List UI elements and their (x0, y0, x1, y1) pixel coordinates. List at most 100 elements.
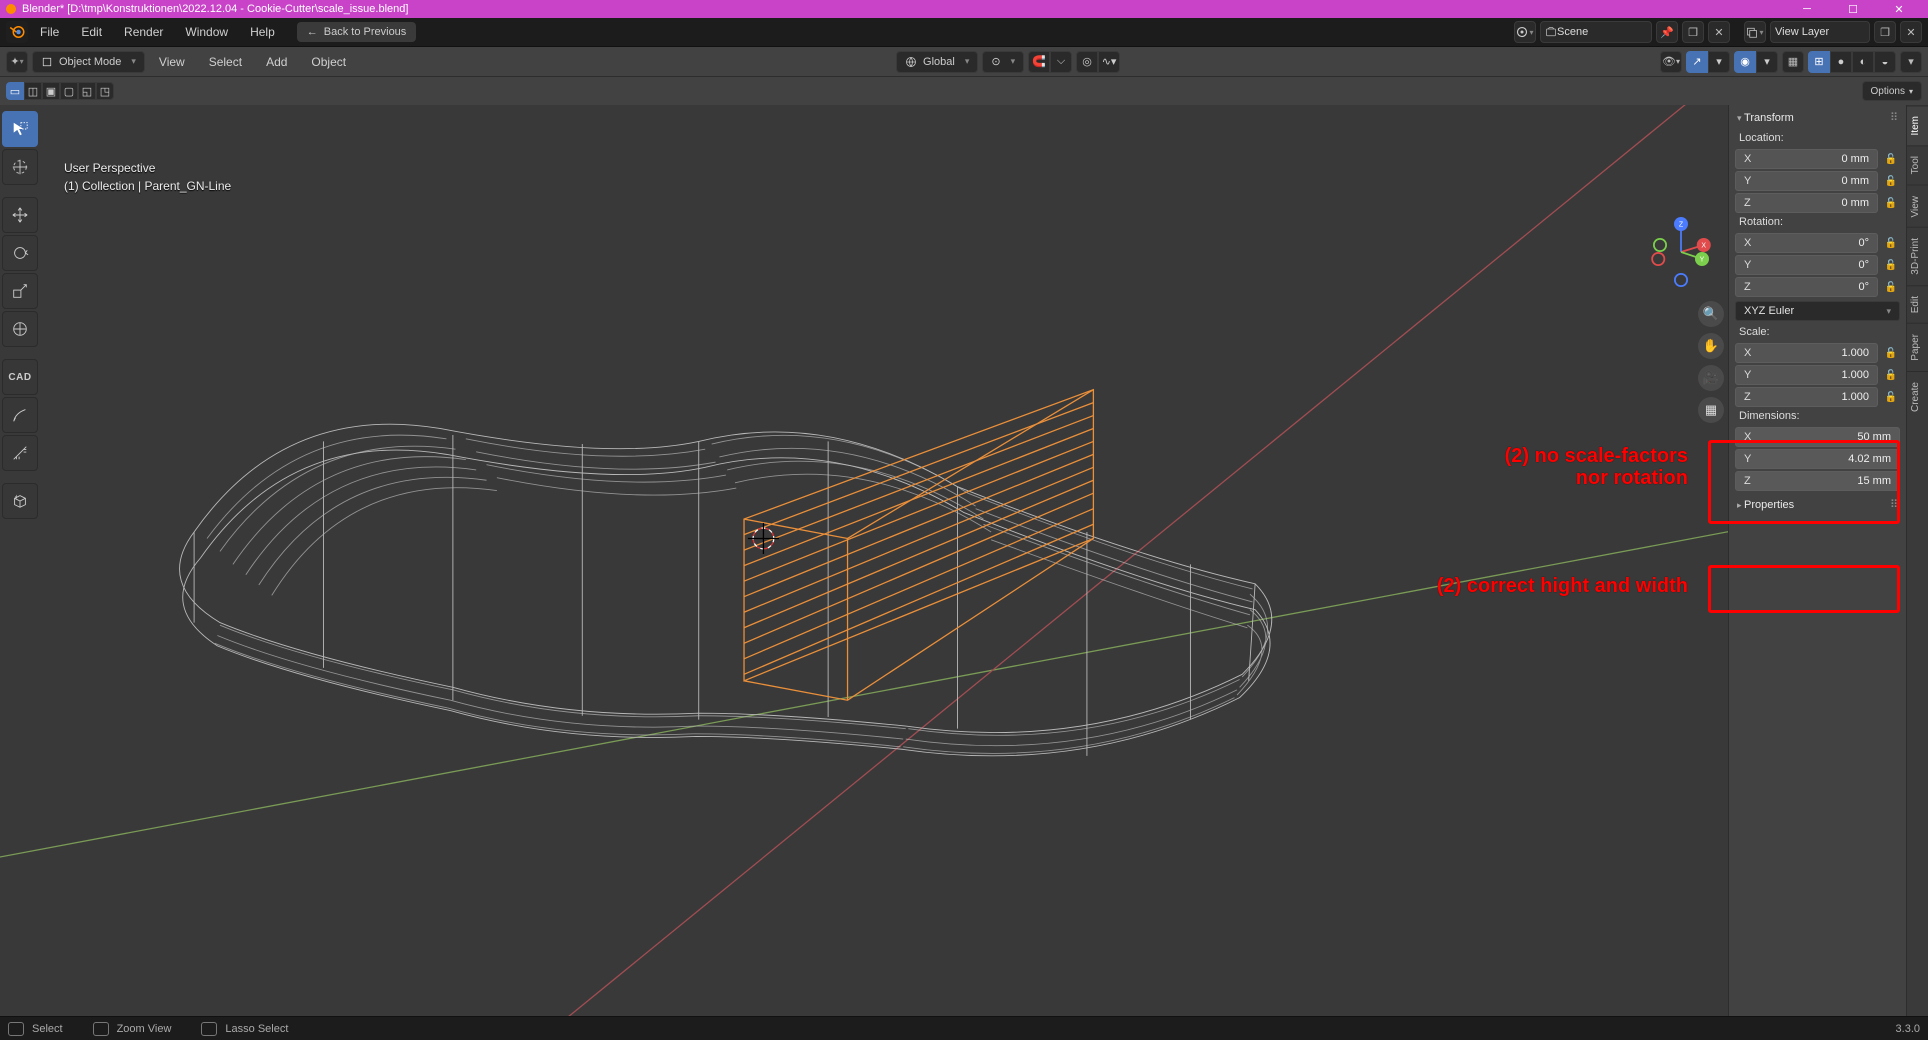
proportional-icon[interactable]: ◎ (1076, 51, 1098, 73)
tool-scale[interactable] (2, 273, 38, 309)
scene-browse-button[interactable]: ▾ (1514, 21, 1536, 43)
mode-dropdown[interactable]: Object Mode ▾ (32, 51, 145, 73)
select-mode-sub[interactable]: ▢ (60, 82, 78, 100)
viewport-options-dropdown[interactable]: Options▾ (1862, 81, 1922, 101)
lock-icon[interactable]: 🔓 (1882, 233, 1900, 253)
lock-icon[interactable]: 🔓 (1882, 387, 1900, 407)
rotation-y-field[interactable]: Y0° (1735, 255, 1878, 275)
magnet-icon[interactable]: 🧲 (1028, 51, 1050, 73)
menu-help[interactable]: Help (240, 21, 285, 43)
tool-annotate[interactable] (2, 397, 38, 433)
dimension-z-field[interactable]: Z15 mm (1735, 471, 1900, 491)
scene-delete-button[interactable]: ✕ (1708, 21, 1730, 43)
viewlayer-browse-button[interactable]: ▾ (1744, 21, 1766, 43)
lock-icon[interactable]: 🔓 (1882, 365, 1900, 385)
rotation-z-field[interactable]: Z0° (1735, 277, 1878, 297)
gizmo-toggle[interactable]: ↗ (1686, 51, 1708, 73)
overlay-toggle[interactable]: ◉ (1734, 51, 1756, 73)
viewlayer-name-field[interactable] (1770, 21, 1870, 43)
select-mode-tweak[interactable]: ▭ (6, 82, 24, 100)
shading-rendered[interactable]: ◒ (1874, 51, 1896, 73)
select-mode-int[interactable]: ◱ (78, 82, 96, 100)
tab-edit[interactable]: Edit (1907, 285, 1928, 323)
shading-solid[interactable]: ● (1830, 51, 1852, 73)
viewport-canvas[interactable] (0, 105, 1928, 1040)
lock-icon[interactable]: 🔓 (1882, 255, 1900, 275)
overlay-dropdown[interactable]: ▾ (1756, 51, 1778, 73)
proportional-dropdown[interactable]: ∿▾ (1098, 51, 1120, 73)
menu-edit[interactable]: Edit (71, 21, 112, 43)
scene-name-field[interactable] (1540, 21, 1652, 43)
scale-x-field[interactable]: X1.000 (1735, 343, 1878, 363)
tool-cad[interactable]: CAD (2, 359, 38, 395)
tab-tool[interactable]: Tool (1907, 145, 1928, 184)
window-maximize-button[interactable]: ☐ (1830, 0, 1876, 18)
tab-view[interactable]: View (1907, 185, 1928, 228)
tool-rotate[interactable] (2, 235, 38, 271)
editor-type-button[interactable]: ✦▾ (6, 51, 28, 73)
scene-pin-button[interactable]: 📌 (1656, 21, 1678, 43)
viewlayer-new-button[interactable]: ❐ (1874, 21, 1896, 43)
lock-icon[interactable]: 🔓 (1882, 343, 1900, 363)
scene-new-button[interactable]: ❐ (1682, 21, 1704, 43)
scale-z-field[interactable]: Z1.000 (1735, 387, 1878, 407)
tool-cursor[interactable] (2, 149, 38, 185)
viewlayer-name-input[interactable] (1775, 26, 1865, 38)
pan-button[interactable]: ✋ (1698, 333, 1724, 359)
dimension-x-field[interactable]: X50 mm (1735, 427, 1900, 447)
lock-icon[interactable]: 🔓 (1882, 193, 1900, 213)
location-x-field[interactable]: X0 mm (1735, 149, 1878, 169)
shading-wireframe[interactable]: ⊞ (1808, 51, 1830, 73)
tab-item[interactable]: Item (1907, 105, 1928, 145)
3d-viewport[interactable]: ✦▾ Object Mode ▾ View Select Add Object … (0, 47, 1928, 1040)
proportional-toggle[interactable]: ◎∿▾ (1076, 51, 1120, 73)
window-minimize-button[interactable]: ─ (1784, 0, 1830, 18)
select-mode-inv[interactable]: ◳ (96, 82, 114, 100)
transform-panel-header[interactable]: ▾ Transform ⠿ (1729, 105, 1906, 130)
tool-select-box[interactable] (2, 111, 38, 147)
select-menu[interactable]: Select (199, 51, 252, 73)
toggle-ortho-button[interactable]: ▦ (1698, 397, 1724, 423)
pivot-dropdown[interactable]: ⊙▾ (982, 51, 1024, 73)
add-menu[interactable]: Add (256, 51, 297, 73)
scale-y-field[interactable]: Y1.000 (1735, 365, 1878, 385)
select-mode-add[interactable]: ▣ (42, 82, 60, 100)
tab-create[interactable]: Create (1907, 371, 1928, 422)
lock-icon[interactable]: 🔓 (1882, 149, 1900, 169)
rotation-x-field[interactable]: X0° (1735, 233, 1878, 253)
lock-icon[interactable]: 🔓 (1882, 277, 1900, 297)
xray-toggle[interactable]: ▦ (1782, 51, 1804, 73)
snap-dropdown[interactable]: ⌵ (1050, 51, 1072, 73)
snapping-toggle[interactable]: 🧲⌵ (1028, 51, 1072, 73)
orientation-dropdown[interactable]: Global ▾ (896, 51, 978, 73)
tool-move[interactable] (2, 197, 38, 233)
back-to-previous-button[interactable]: ← Back to Previous (297, 22, 417, 42)
orientation-gizmo[interactable]: Z X Y (1646, 217, 1716, 287)
lock-icon[interactable]: 🔓 (1882, 171, 1900, 191)
tab-paper[interactable]: Paper (1907, 323, 1928, 371)
camera-view-button[interactable]: 🎥 (1698, 365, 1724, 391)
location-z-field[interactable]: Z0 mm (1735, 193, 1878, 213)
gizmo-dropdown[interactable]: ▾ (1708, 51, 1730, 73)
shading-dropdown[interactable]: ▾ (1900, 51, 1922, 73)
viewlayer-delete-button[interactable]: ✕ (1900, 21, 1922, 43)
menu-window[interactable]: Window (175, 21, 238, 43)
shading-matprev[interactable]: ◐ (1852, 51, 1874, 73)
dimension-y-field[interactable]: Y4.02 mm (1735, 449, 1900, 469)
select-mode-box[interactable]: ◫ (24, 82, 42, 100)
visibility-dropdown[interactable]: 👁▾ (1660, 51, 1682, 73)
tab-3dprint[interactable]: 3D-Print (1907, 227, 1928, 285)
properties-panel-header[interactable]: ▸ Properties ⠿ (1729, 492, 1906, 517)
object-menu[interactable]: Object (301, 51, 356, 73)
zoom-button[interactable]: 🔍 (1698, 301, 1724, 327)
tool-add-primitive[interactable]: + (2, 483, 38, 519)
location-y-field[interactable]: Y0 mm (1735, 171, 1878, 191)
tool-measure[interactable] (2, 435, 38, 471)
menu-file[interactable]: File (30, 21, 69, 43)
tool-transform[interactable] (2, 311, 38, 347)
blender-logo[interactable] (6, 21, 28, 43)
rotation-mode-dropdown[interactable]: XYZ Euler▾ (1735, 301, 1900, 321)
menu-render[interactable]: Render (114, 21, 173, 43)
scene-name-input[interactable] (1557, 26, 1647, 38)
view-menu[interactable]: View (149, 51, 195, 73)
